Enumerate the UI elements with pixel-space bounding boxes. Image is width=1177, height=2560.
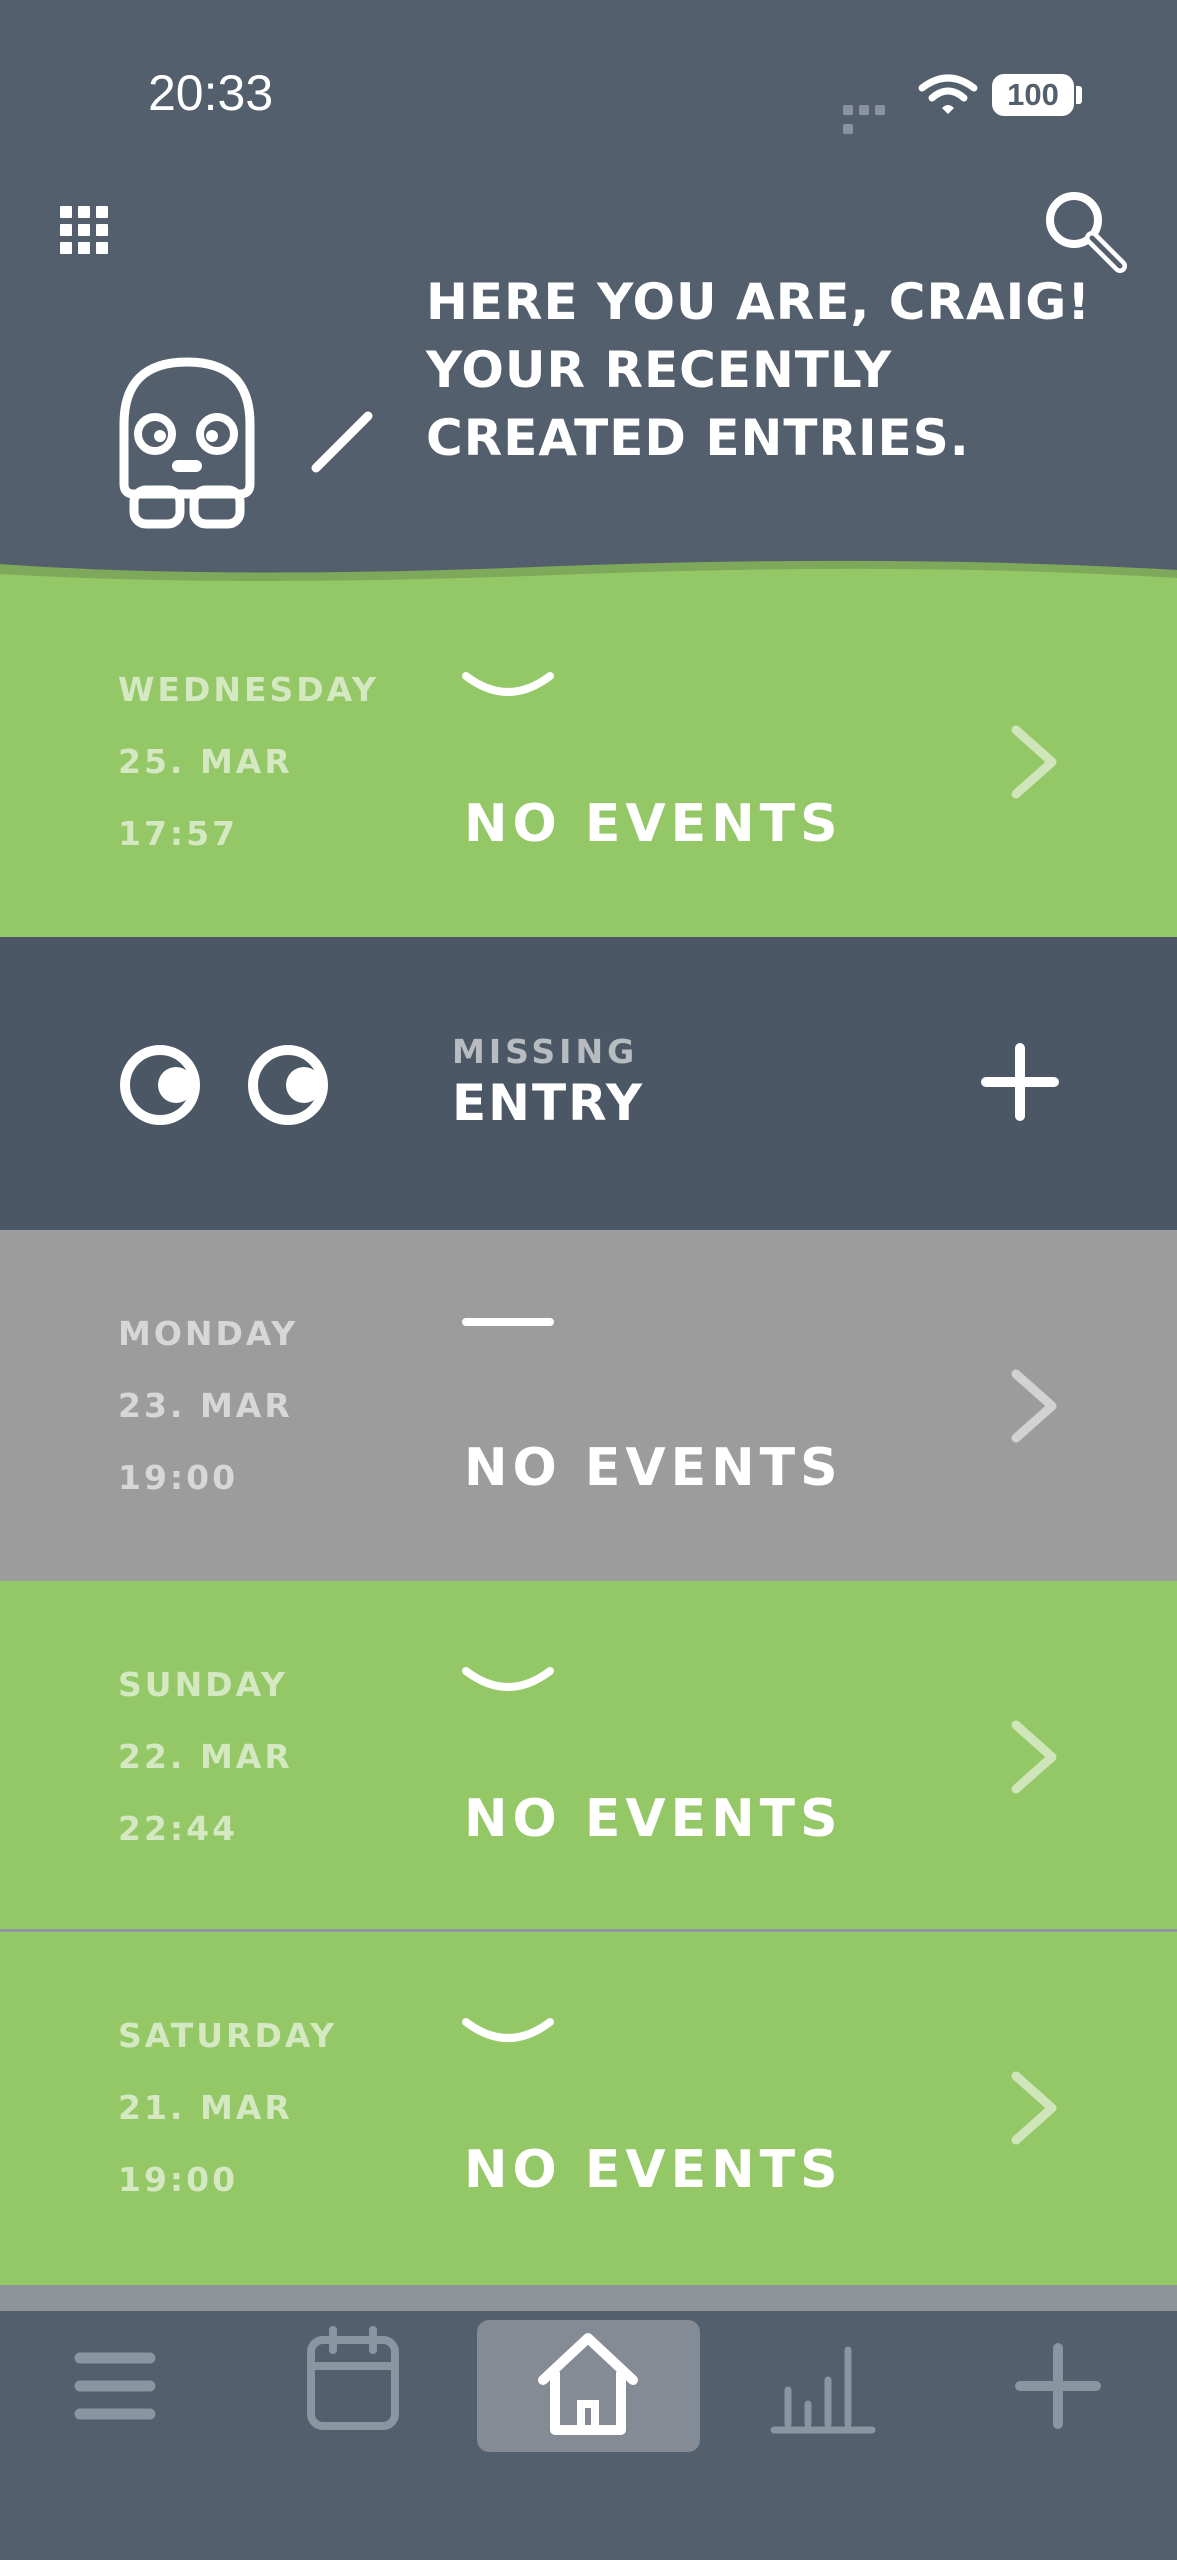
status-time: 20:33: [148, 65, 274, 121]
grid-menu-icon[interactable]: [58, 204, 110, 256]
entry-events: NO EVENTS: [464, 1438, 843, 1498]
entry-date: 23. MAR: [118, 1386, 293, 1425]
neutral-mood-icon: [462, 1318, 554, 1326]
entry-events: NO EVENTS: [464, 2140, 843, 2200]
stats-icon[interactable]: [748, 2320, 898, 2450]
chevron-right-icon[interactable]: [1008, 1717, 1060, 1797]
chevron-right-icon[interactable]: [1008, 2068, 1060, 2148]
wifi-icon: [918, 74, 978, 114]
entry-row[interactable]: MONDAY 23. MAR 19:00 NO EVENTS: [0, 1230, 1177, 1581]
eyes-icon: [120, 1045, 328, 1125]
calendar-icon[interactable]: [278, 2320, 428, 2450]
status-bar: 20:33 100: [0, 0, 1177, 180]
ghost-mascot-icon: [119, 357, 255, 529]
entry-time: 19:00: [118, 1458, 239, 1497]
happy-mood-icon: [462, 672, 554, 696]
entry-time: 19:00: [118, 2160, 239, 2199]
greeting-text: HERE YOU ARE, CRAIG! YOUR RECENTLY CREAT…: [426, 273, 1092, 467]
happy-mood-icon: [462, 1667, 554, 1691]
chevron-right-icon[interactable]: [1008, 1366, 1060, 1446]
missing-entry-label: MISSING: [452, 1032, 639, 1071]
happy-mood-icon: [462, 2018, 554, 2042]
entry-row[interactable]: SATURDAY 21. MAR 19:00 NO EVENTS: [0, 1932, 1177, 2285]
entry-date: 21. MAR: [118, 2088, 293, 2127]
entry-row[interactable]: SUNDAY 22. MAR 22:44 NO EVENTS: [0, 1581, 1177, 1929]
add-icon[interactable]: [983, 2320, 1133, 2450]
entry-date: 25. MAR: [118, 742, 293, 781]
chevron-right-icon[interactable]: [1008, 722, 1060, 802]
entry-day: MONDAY: [118, 1314, 299, 1353]
entry-events: NO EVENTS: [464, 794, 843, 854]
menu-icon[interactable]: [40, 2320, 190, 2450]
entry-time: 22:44: [118, 1809, 239, 1848]
entry-time: 17:57: [118, 814, 239, 853]
slash-icon: [311, 411, 373, 473]
entry-day: SATURDAY: [118, 2016, 338, 2055]
entry-day: SUNDAY: [118, 1665, 288, 1704]
entry-date: 22. MAR: [118, 1737, 293, 1776]
search-icon[interactable]: [1040, 186, 1130, 276]
battery-indicator: 100: [992, 74, 1074, 116]
entry-events: NO EVENTS: [464, 1789, 843, 1849]
add-entry-plus-icon[interactable]: [980, 1042, 1060, 1122]
cellular-signal-icon: [843, 100, 903, 134]
entry-day: WEDNESDAY: [118, 670, 379, 709]
battery-tip: [1076, 86, 1082, 104]
tabbar-divider: [0, 2285, 1177, 2311]
home-icon[interactable]: [513, 2320, 663, 2450]
entry-row[interactable]: WEDNESDAY 25. MAR 17:57 NO EVENTS: [0, 586, 1177, 937]
missing-entry-title: ENTRY: [452, 1074, 645, 1132]
wave-divider: [0, 560, 1177, 588]
